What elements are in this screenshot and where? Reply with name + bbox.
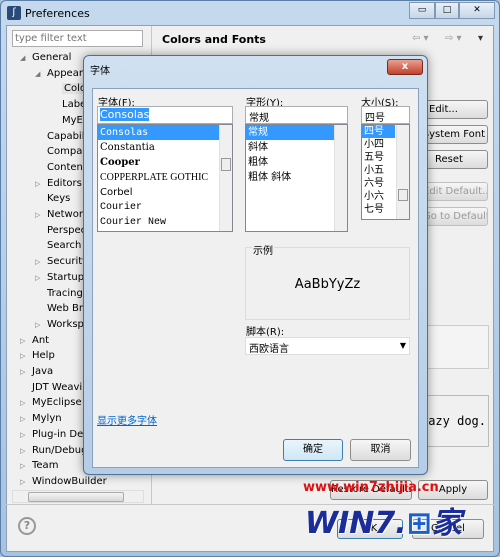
list-item[interactable]: 七号 xyxy=(362,203,395,216)
app-icon: ʃ xyxy=(7,6,21,20)
tree-item[interactable]: Tracing xyxy=(47,288,83,299)
tree-item[interactable]: Team xyxy=(32,460,58,471)
edit-default-button[interactable]: Edit Default... xyxy=(420,182,488,201)
list-item[interactable]: 斜体 xyxy=(246,140,334,155)
list-item[interactable]: Constantia xyxy=(98,140,219,155)
collapse-icon[interactable]: ◢ xyxy=(20,54,25,62)
list-item[interactable]: Courier xyxy=(98,200,219,215)
list-item[interactable]: 小四 xyxy=(362,138,395,151)
tree-horizontal-scrollbar[interactable] xyxy=(12,490,144,503)
script-select-value: 西欧语言 xyxy=(249,344,289,355)
list-item[interactable]: 四号 xyxy=(362,125,395,138)
tree-item[interactable]: WindowBuilder xyxy=(32,476,107,487)
font-preview: The quick brown fox jumps over the lazy … xyxy=(420,395,489,447)
dialog-title: 字体 xyxy=(90,66,110,77)
dialog-close-button[interactable]: x xyxy=(387,59,423,75)
style-list-scrollbar[interactable] xyxy=(334,125,347,231)
expand-icon[interactable]: ▷ xyxy=(20,352,25,360)
font-list-scrollbar[interactable] xyxy=(219,125,232,231)
size-input[interactable]: 四号 xyxy=(361,106,410,124)
list-item[interactable]: 粗体 斜体 xyxy=(246,170,334,185)
list-item[interactable]: 六号 xyxy=(362,177,395,190)
list-item[interactable]: 小六 xyxy=(362,190,395,203)
tree-item[interactable]: General xyxy=(32,52,71,63)
size-list-scrollbar[interactable] xyxy=(396,125,409,219)
sample-label: 示例 xyxy=(252,242,274,257)
expand-icon[interactable]: ▷ xyxy=(20,431,25,439)
edit-button[interactable]: Edit... xyxy=(420,100,488,119)
font-input[interactable]: Consolas xyxy=(97,106,233,124)
watermark-url: www.win7zhijia.cn xyxy=(303,480,439,495)
list-item[interactable]: COPPERPLATE GOTHIC xyxy=(98,170,219,185)
tree-item[interactable]: Mylyn xyxy=(32,413,62,424)
go-to-default-button[interactable]: Go to Default xyxy=(420,207,488,226)
tree-item[interactable]: Editors xyxy=(47,178,82,189)
list-item[interactable]: 常规 xyxy=(246,125,334,140)
use-system-font-button[interactable]: Use System Font xyxy=(420,125,488,144)
scrollbar-thumb[interactable] xyxy=(221,158,231,171)
expand-icon[interactable]: ▷ xyxy=(35,274,40,282)
sample-text: AaBbYyZz xyxy=(294,277,361,292)
tree-item[interactable]: Help xyxy=(32,350,55,361)
expand-icon[interactable]: ▷ xyxy=(35,211,40,219)
tree-item[interactable]: Keys xyxy=(47,193,70,204)
tree-item[interactable]: MyEclipse xyxy=(32,397,82,408)
style-list[interactable]: 常规 斜体 粗体 粗体 斜体 xyxy=(245,124,348,232)
list-item[interactable]: Cooper xyxy=(98,155,219,170)
size-list[interactable]: 四号 小四 五号 小五 六号 小六 七号 xyxy=(361,124,410,220)
minimize-button[interactable]: ▭ xyxy=(409,2,435,19)
window-title: Preferences xyxy=(25,7,90,20)
font-list[interactable]: Consolas Constantia Cooper COPPERPLATE GOTH… xyxy=(97,124,233,232)
tree-item[interactable]: Java xyxy=(32,366,53,377)
list-item[interactable]: Corbel xyxy=(98,185,219,200)
expand-icon[interactable]: ▷ xyxy=(35,258,40,266)
script-label: 脚本(R): xyxy=(246,327,285,338)
dialog-ok-button[interactable]: 确定 xyxy=(283,439,343,461)
page-title: Colors and Fonts xyxy=(162,33,266,46)
help-icon[interactable]: ? xyxy=(18,517,36,535)
sample-box: 示例 AaBbYyZz xyxy=(245,242,410,320)
list-item[interactable]: Courier New xyxy=(98,215,219,230)
tree-item[interactable]: Security xyxy=(47,256,88,267)
list-item[interactable]: Consolas xyxy=(98,125,219,140)
expand-icon[interactable]: ▷ xyxy=(20,337,25,345)
list-item[interactable]: 五号 xyxy=(362,151,395,164)
font-input-value: Consolas xyxy=(100,108,150,121)
preview-text: The quick brown fox jumps over the lazy … xyxy=(420,414,486,428)
tree-item[interactable]: Ant xyxy=(32,335,49,346)
watermark-logo: WIN7.⊞家 xyxy=(305,506,462,541)
back-button[interactable]: ⇦ ▾ xyxy=(412,33,429,44)
expand-icon[interactable]: ▷ xyxy=(20,399,25,407)
expand-icon[interactable]: ▷ xyxy=(20,462,25,470)
description-box xyxy=(420,325,489,369)
tree-item[interactable]: Search xyxy=(47,240,81,251)
expand-icon[interactable]: ▷ xyxy=(20,478,25,486)
close-button[interactable]: ✕ xyxy=(459,2,495,19)
expand-icon[interactable]: ▷ xyxy=(35,180,40,188)
view-menu-button[interactable]: ▾ xyxy=(478,33,483,44)
expand-icon[interactable]: ▷ xyxy=(20,415,25,423)
tree-item[interactable]: Run/Debug xyxy=(32,445,87,456)
list-item[interactable]: 小五 xyxy=(362,164,395,177)
expand-icon[interactable]: ▷ xyxy=(20,368,25,376)
reset-button[interactable]: Reset xyxy=(420,150,488,169)
expand-icon[interactable]: ▷ xyxy=(35,321,40,329)
list-item[interactable]: 粗体 xyxy=(246,155,334,170)
script-select[interactable]: 西欧语言 ▼ xyxy=(245,337,410,355)
style-input[interactable]: 常规 xyxy=(245,106,348,124)
filter-input[interactable] xyxy=(12,30,143,47)
scrollbar-thumb[interactable] xyxy=(28,492,124,502)
maximize-button[interactable]: □ xyxy=(435,2,459,19)
expand-icon[interactable]: ▷ xyxy=(20,447,25,455)
scrollbar-thumb[interactable] xyxy=(398,189,408,201)
collapse-icon[interactable]: ◢ xyxy=(35,70,40,78)
dialog-cancel-button[interactable]: 取消 xyxy=(350,439,411,461)
forward-button[interactable]: ⇨ ▾ xyxy=(445,33,462,44)
chevron-down-icon: ▼ xyxy=(399,341,406,350)
more-fonts-link[interactable]: 显示更多字体 xyxy=(97,412,157,427)
